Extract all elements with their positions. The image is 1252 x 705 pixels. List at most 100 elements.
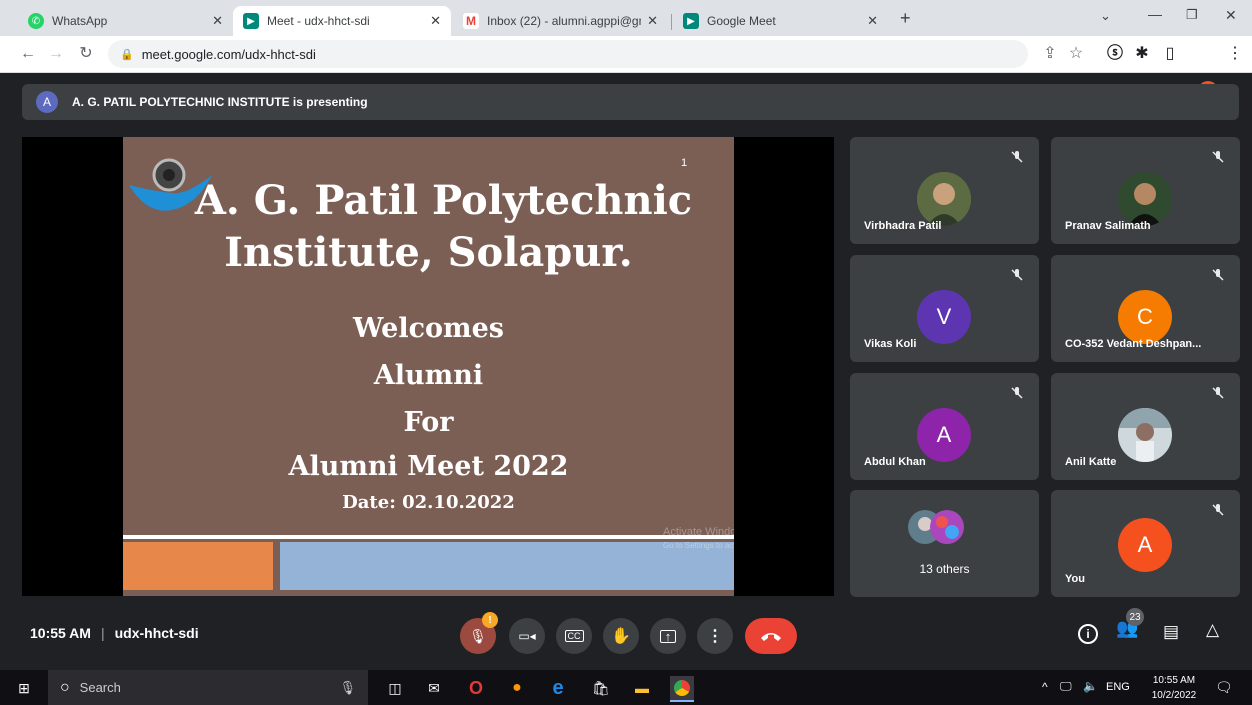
firefox-icon[interactable]: ● (505, 676, 529, 700)
slide-number: 1 (681, 157, 688, 169)
search-placeholder: Search (79, 680, 121, 695)
participant-name: Abdul Khan (864, 456, 926, 468)
others-count-label: 13 others (919, 562, 970, 576)
chat-icon[interactable]: ▤ (1163, 622, 1179, 642)
mic-muted-icon (1212, 269, 1224, 281)
activities-icon[interactable]: △ (1206, 620, 1219, 640)
internet-explorer-icon[interactable]: e (546, 676, 570, 700)
participant-tile[interactable]: V Vikas Koli (850, 255, 1039, 362)
slide-title-line1: A. G. Patil Polytechnic (194, 177, 693, 224)
mail-app-icon[interactable]: ✉ (422, 676, 446, 700)
presenting-banner: A A. G. PATIL POLYTECHNIC INSTITUTE is p… (22, 84, 1239, 120)
volume-icon[interactable]: 🔈 (1083, 679, 1098, 693)
close-tab-icon[interactable]: ✕ (212, 13, 223, 29)
leave-call-button[interactable] (745, 618, 797, 654)
restore-icon[interactable]: ❐ (1186, 7, 1198, 23)
address-bar[interactable]: 🔒 meet.google.com/udx-hhct-sdi (108, 40, 1028, 68)
self-tile[interactable]: A You (1051, 490, 1240, 597)
warning-badge-icon: ! (482, 612, 498, 628)
show-hidden-icons[interactable]: ^ (1042, 680, 1048, 694)
tab-title: Meet - udx-hhct-sdi (267, 14, 370, 28)
participant-tile[interactable]: C CO-352 Vedant Deshpan... (1051, 255, 1240, 362)
participant-tile[interactable]: A Abdul Khan (850, 373, 1039, 480)
mic-muted-icon (1011, 269, 1023, 281)
slide-divider-line (123, 535, 734, 539)
clock[interactable]: 10:55 AM 10/2/2022 (1148, 673, 1200, 703)
participant-name: You (1065, 573, 1085, 585)
close-tab-icon[interactable]: ✕ (430, 13, 441, 29)
participant-avatar: V (917, 290, 971, 344)
close-window-icon[interactable]: ✕ (1225, 7, 1237, 24)
slide-line-welcomes: Welcomes (353, 313, 504, 344)
extensions-puzzle-icon[interactable]: ✱ (1132, 44, 1152, 64)
meeting-info-icon[interactable]: i (1078, 624, 1098, 644)
clock-date: 10/2/2022 (1151, 690, 1197, 701)
mic-muted-icon (1212, 387, 1224, 399)
people-count-badge: 23 (1126, 608, 1144, 626)
participant-avatar: A (917, 408, 971, 462)
camera-icon: ▭◂ (518, 629, 536, 643)
lock-icon: 🔒 (120, 48, 134, 61)
people-button[interactable]: 👥 23 (1116, 608, 1144, 639)
end-call-icon (761, 633, 781, 641)
chrome-taskbar-icon[interactable] (670, 676, 694, 702)
presentation-slide: A. G. Patil Polytechnic 1 Institute, Sol… (123, 137, 734, 596)
opera-icon[interactable]: O (464, 676, 488, 700)
extension-icon[interactable]: ⓢ (1105, 44, 1125, 64)
forward-icon[interactable]: → (46, 44, 66, 64)
network-icon[interactable]: 🖵 (1060, 679, 1072, 694)
mic-muted-icon (1212, 151, 1224, 163)
microphone-toggle-button[interactable]: 🎙 ! (460, 612, 498, 654)
meeting-details: 10:55 AM | udx-hhct-sdi (30, 625, 199, 641)
browser-menu-icon[interactable]: ⋮ (1225, 44, 1245, 64)
captions-button[interactable]: CC (556, 618, 592, 654)
tab-google-meet[interactable]: ▶ Google Meet ✕ (673, 6, 888, 36)
task-view-icon[interactable]: ◫ (383, 676, 407, 700)
close-tab-icon[interactable]: ✕ (867, 13, 878, 29)
notifications-icon[interactable]: 🗨 (1215, 679, 1233, 696)
activate-windows-subtext: Go to Settings to activate Windows. (663, 541, 734, 550)
side-panel-icon[interactable]: ▯ (1160, 44, 1180, 64)
close-tab-icon[interactable]: ✕ (647, 13, 658, 29)
tab-gmail[interactable]: M Inbox (22) - alumni.agppi@gmail ✕ (453, 6, 668, 36)
url-text: meet.google.com/udx-hhct-sdi (141, 46, 316, 62)
captions-icon: CC (564, 630, 584, 642)
participant-tile[interactable]: Pranav Salimath (1051, 137, 1240, 244)
present-icon: ↑ (660, 629, 676, 643)
mic-muted-icon: 🎙 (469, 627, 487, 644)
presenter-avatar: A (36, 91, 58, 113)
language-indicator[interactable]: ENG (1106, 681, 1130, 693)
participant-name: Virbhadra Patil (864, 220, 942, 232)
minimize-icon[interactable]: — (1148, 6, 1162, 22)
presenting-text: A. G. PATIL POLYTECHNIC INSTITUTE is pre… (72, 95, 368, 109)
separator: | (100, 625, 105, 641)
participant-tile[interactable]: Virbhadra Patil (850, 137, 1039, 244)
tab-whatsapp[interactable]: ✆ WhatsApp ✕ (18, 6, 233, 36)
raise-hand-icon: ✋ (611, 628, 631, 645)
new-tab-icon[interactable]: + (900, 8, 911, 29)
reload-icon[interactable]: ↻ (76, 44, 96, 64)
more-options-button[interactable]: ⋮ (697, 618, 733, 654)
windows-start-icon[interactable]: ⊞ (12, 676, 36, 700)
tab-title: Google Meet (707, 14, 776, 28)
others-tile[interactable]: 13 others (850, 490, 1039, 597)
raise-hand-button[interactable]: ✋ (603, 618, 639, 654)
participant-name: Pranav Salimath (1065, 220, 1151, 232)
store-icon[interactable]: 🛍 (589, 676, 613, 700)
participant-name: Anil Katte (1065, 456, 1117, 468)
file-explorer-icon[interactable]: ▬ (630, 676, 654, 700)
activate-windows-watermark: Activate Windows (663, 526, 734, 538)
participant-photo (1118, 408, 1172, 462)
bookmark-star-icon[interactable]: ☆ (1066, 44, 1086, 64)
google-meet-icon: ▶ (243, 13, 259, 29)
camera-toggle-button[interactable]: ▭◂ (509, 618, 545, 654)
share-icon[interactable]: ⇪ (1040, 44, 1060, 64)
meet-control-bar: 10:55 AM | udx-hhct-sdi 🎙 ! ▭◂ CC ✋ ↑ ⋮ … (0, 600, 1252, 670)
back-icon[interactable]: ← (18, 44, 38, 64)
participant-tile[interactable]: Anil Katte (1051, 373, 1240, 480)
tab-meet-active[interactable]: ▶ Meet - udx-hhct-sdi ✕ (233, 6, 451, 36)
taskbar-search-box[interactable]: ○ Search 🎙 (48, 670, 368, 705)
present-now-button[interactable]: ↑ (650, 618, 686, 654)
tab-title: Inbox (22) - alumni.agppi@gmail (487, 14, 641, 28)
tab-search-icon[interactable]: ⌄ (1100, 8, 1111, 24)
